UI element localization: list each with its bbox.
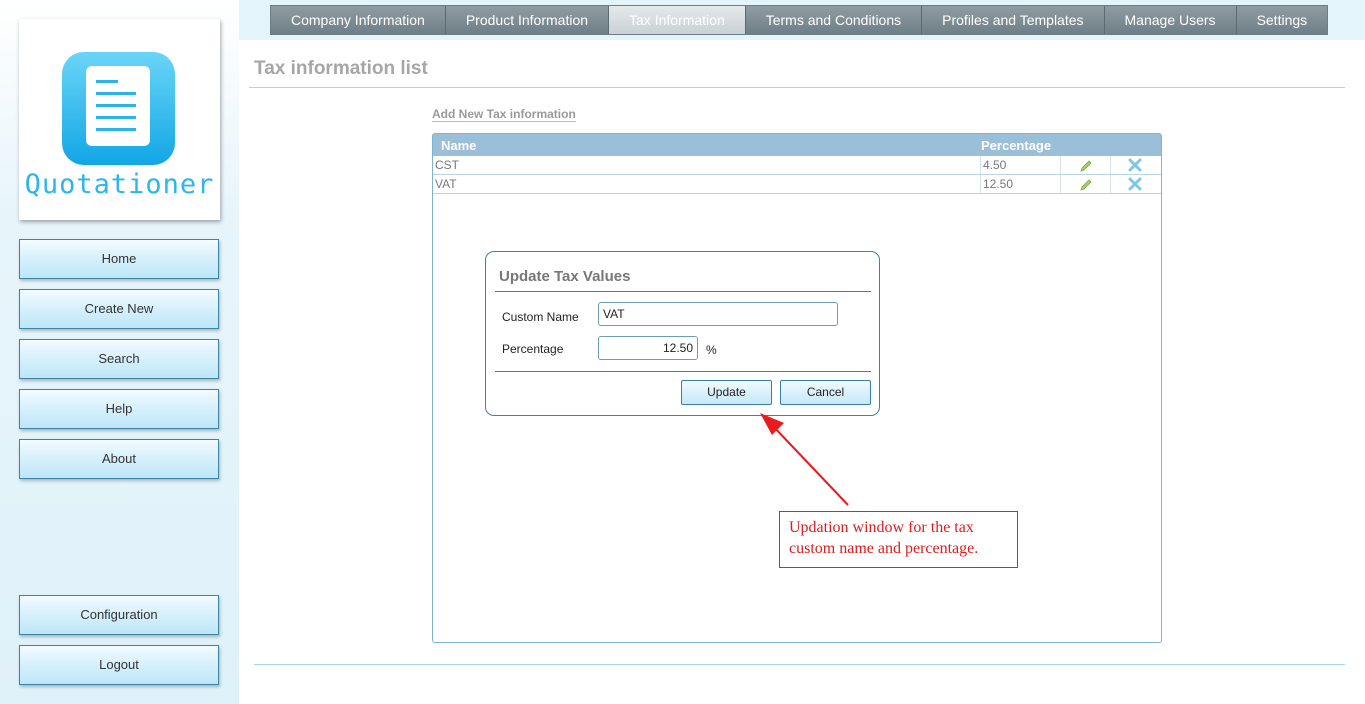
percentage-input[interactable]: 12.50 <box>598 336 698 360</box>
edit-cell[interactable] <box>1061 156 1111 174</box>
cell-percentage: 4.50 <box>981 156 1061 174</box>
update-tax-dialog: Update Tax Values Custom Name VAT Percen… <box>485 251 880 416</box>
table-row[interactable]: CST 4.50 <box>433 156 1161 175</box>
annotation-note: Updation window for the tax custom name … <box>779 511 1018 568</box>
dialog-footer-divider <box>495 371 871 372</box>
logout-button[interactable]: Logout <box>19 645 219 685</box>
tab-profiles-and-templates[interactable]: Profiles and Templates <box>922 6 1105 34</box>
pencil-icon[interactable] <box>1079 159 1093 173</box>
column-header-name: Name <box>441 138 477 153</box>
pencil-icon[interactable] <box>1079 178 1093 192</box>
search-button[interactable]: Search <box>19 339 219 379</box>
edit-cell[interactable] <box>1061 175 1111 193</box>
percentage-label: Percentage <box>502 342 564 356</box>
tab-company-information[interactable]: Company Information <box>271 6 446 34</box>
main-tabs: Company Information Product Information … <box>270 5 1329 35</box>
add-new-tax-link[interactable]: Add New Tax information <box>432 107 576 122</box>
dialog-divider <box>495 291 871 292</box>
custom-name-label: Custom Name <box>502 310 579 324</box>
tab-product-information[interactable]: Product Information <box>445 6 610 34</box>
home-button[interactable]: Home <box>19 239 219 279</box>
help-button[interactable]: Help <box>19 389 219 429</box>
create-new-button[interactable]: Create New <box>19 289 219 329</box>
title-divider <box>249 87 1345 88</box>
cell-percentage: 12.50 <box>981 175 1061 193</box>
tab-manage-users[interactable]: Manage Users <box>1104 6 1237 34</box>
cancel-button[interactable]: Cancel <box>780 380 871 405</box>
page-title: Tax information list <box>254 58 428 79</box>
delete-cell[interactable] <box>1111 156 1161 174</box>
configuration-button[interactable]: Configuration <box>19 595 219 635</box>
bottom-divider <box>254 664 1345 665</box>
percent-sign: % <box>706 343 717 357</box>
logo-text: Quotationer <box>24 169 215 200</box>
dialog-title: Update Tax Values <box>499 268 631 285</box>
column-header-percentage: Percentage <box>981 138 1052 153</box>
delete-cell[interactable] <box>1111 175 1161 193</box>
about-button[interactable]: About <box>19 439 219 479</box>
tab-settings[interactable]: Settings <box>1236 6 1328 34</box>
cell-name: CST <box>433 156 981 174</box>
annotation-arrow <box>760 413 849 506</box>
tab-tax-information[interactable]: Tax Information <box>609 6 746 34</box>
table-row[interactable]: VAT 12.50 <box>433 175 1161 194</box>
update-button[interactable]: Update <box>681 380 772 405</box>
close-icon[interactable] <box>1128 177 1142 191</box>
close-icon[interactable] <box>1128 158 1142 172</box>
app-logo: Quotationer <box>19 19 220 220</box>
custom-name-input[interactable]: VAT <box>598 302 838 326</box>
tab-terms-and-conditions[interactable]: Terms and Conditions <box>745 6 923 34</box>
document-icon <box>62 52 175 165</box>
grid-header: Name Percentage <box>433 134 1161 156</box>
sidebar: Quotationer Home Create New Search Help … <box>0 0 239 704</box>
cell-name: VAT <box>433 175 981 193</box>
